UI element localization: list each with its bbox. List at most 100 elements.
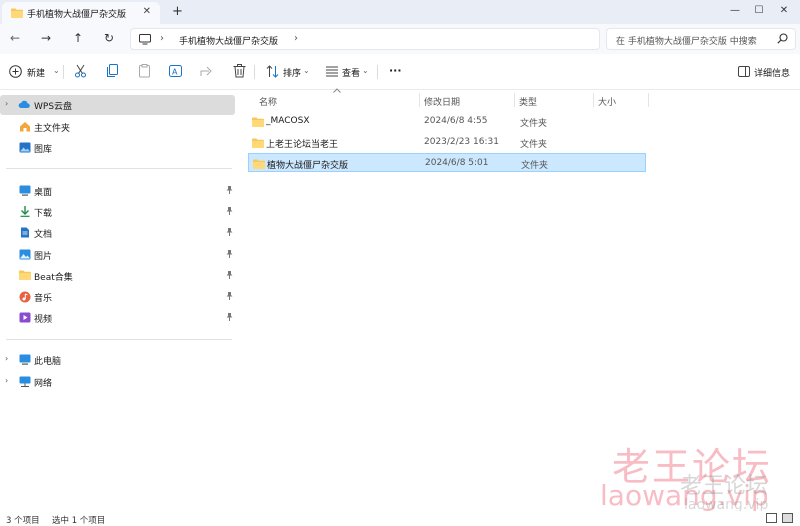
breadcrumb-separator[interactable]: › [294,33,298,44]
sidebar-item-wps-cloud[interactable]: › WPS云盘 [0,95,235,115]
address-box[interactable]: › 手机植物大战僵尸杂交版 › [130,28,600,50]
pin-icon[interactable] [226,186,233,196]
sidebar-divider [6,168,232,169]
home-icon [19,121,31,132]
folder-icon [11,8,23,21]
new-tab-button[interactable]: + [172,4,183,19]
file-row-selected[interactable]: 植物大战僵尸杂交版 2024/6/8 5:01 文件夹 [248,153,646,172]
pin-icon[interactable] [226,250,233,260]
column-header-size[interactable]: 大小 [598,95,616,108]
expand-chevron-icon[interactable]: › [5,99,8,108]
document-icon [19,227,31,238]
item-count: 3 个项目 [6,516,40,526]
tab-current[interactable]: 手机植物大战僵尸杂交版 ✕ [2,2,160,24]
delete-icon[interactable] [233,64,247,80]
back-button[interactable]: ← [7,31,23,45]
sidebar-item-label: 图片 [34,252,53,262]
file-row[interactable]: _MACOSX 2024/6/8 4:55 文件夹 [248,112,646,131]
close-window-button[interactable]: ✕ [772,2,796,20]
folder-icon [252,117,264,130]
sidebar-item-pictures[interactable]: 图片 [0,245,235,265]
navigation-pane: › WPS云盘 主文件夹 图库 桌面 下载 文档 图片 Beat合集 音乐 视频… [0,91,237,511]
file-date: 2023/2/23 16:31 [424,137,499,147]
sort-label: 排序 [283,69,302,79]
column-divider[interactable] [514,93,515,107]
search-placeholder: 在 手机植物大战僵尸杂交版 中搜索 [616,37,757,47]
column-header-name[interactable]: 名称 [259,95,277,108]
expand-chevron-icon[interactable]: › [5,354,8,363]
column-divider[interactable] [419,93,420,107]
tab-title: 手机植物大战僵尸杂交版 [27,10,127,20]
status-bar: 3 个项目 选中 1 个项目 [0,511,800,526]
file-type: 文件夹 [520,140,548,150]
sidebar-item-label: 桌面 [34,188,53,198]
view-icon [326,66,338,80]
file-date: 2024/6/8 5:01 [425,158,489,168]
selected-count: 选中 1 个项目 [52,516,106,526]
view-button[interactable]: 查看 ⌄ [326,64,372,80]
sidebar-item-label: 音乐 [34,294,53,304]
rename-icon[interactable]: A [169,64,183,80]
file-name: 植物大战僵尸杂交版 [267,161,349,171]
pin-icon[interactable] [226,228,233,238]
chevron-down-icon: ⌄ [362,66,369,75]
sidebar-item-beat-collection[interactable]: Beat合集 [0,266,235,286]
breadcrumb-current[interactable]: 手机植物大战僵尸杂交版 [179,34,278,47]
pin-icon[interactable] [226,292,233,302]
sidebar-item-music[interactable]: 音乐 [0,287,235,307]
sidebar-item-videos[interactable]: 视频 [0,308,235,328]
column-divider[interactable] [648,93,649,107]
sidebar-item-desktop[interactable]: 桌面 [0,181,235,201]
sidebar-item-label: 图库 [34,145,53,155]
pin-icon[interactable] [226,271,233,281]
close-tab-icon[interactable]: ✕ [143,6,151,17]
details-pane-icon [738,66,750,80]
file-row[interactable]: 上老王论坛当老王 2023/2/23 16:31 文件夹 [248,133,646,152]
details-view-icon[interactable] [766,513,777,523]
file-type: 文件夹 [521,161,549,171]
search-icon [777,33,788,47]
pictures-icon [19,249,31,260]
file-name: 上老王论坛当老王 [266,140,339,150]
sidebar-item-documents[interactable]: 文档 [0,223,235,243]
copy-icon[interactable] [106,64,120,80]
video-icon [19,312,31,323]
chevron-down-icon: ⌄ [53,66,60,75]
minimize-button[interactable]: — [723,2,747,20]
sidebar-item-label: Beat合集 [34,273,73,283]
column-divider[interactable] [593,93,594,107]
plus-circle-icon [9,65,22,81]
expand-chevron-icon[interactable]: › [5,376,8,385]
new-button[interactable]: 新建 ⌄ [9,64,61,80]
sidebar-item-label: 视频 [34,315,53,325]
forward-button[interactable]: → [38,31,54,45]
paste-icon[interactable] [138,64,152,80]
sidebar-item-this-pc[interactable]: › 此电脑 [0,350,235,370]
view-label: 查看 [342,69,361,79]
up-button[interactable]: ↑ [70,31,86,45]
refresh-button[interactable]: ↻ [101,31,117,45]
folder-icon [252,138,264,151]
folder-icon [19,270,31,281]
file-date: 2024/6/8 4:55 [424,116,488,126]
sidebar-item-home[interactable]: 主文件夹 [0,117,235,137]
details-button[interactable]: 详细信息 [738,64,794,80]
more-options-button[interactable]: ··· [389,64,405,80]
watermark-text-shadow: 老王论坛 [680,474,769,499]
sidebar-item-gallery[interactable]: 图库 [0,138,235,158]
sidebar-item-label: 主文件夹 [34,124,71,134]
tiles-view-icon[interactable] [782,513,793,523]
pin-icon[interactable] [226,207,233,217]
sidebar-item-network[interactable]: › 网络 [0,372,235,392]
share-icon[interactable] [200,64,214,80]
cut-icon[interactable] [74,64,88,80]
breadcrumb-separator[interactable]: › [160,33,164,44]
maximize-button[interactable]: ☐ [747,2,771,20]
search-input[interactable]: 在 手机植物大战僵尸杂交版 中搜索 [606,28,796,50]
sort-button[interactable]: 排序 ⌄ [266,64,312,80]
column-header-date[interactable]: 修改日期 [424,95,460,108]
pin-icon[interactable] [226,313,233,323]
column-header-type[interactable]: 类型 [519,95,537,108]
sidebar-item-downloads[interactable]: 下载 [0,202,235,222]
sidebar-item-label: 此电脑 [34,357,62,367]
